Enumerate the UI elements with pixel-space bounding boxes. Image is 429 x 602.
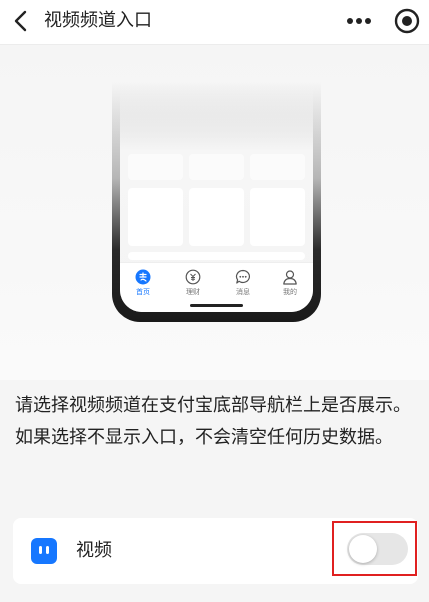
video-setting-row: 视频 [13,518,418,584]
alipay-home-icon [135,269,151,285]
phone-tab-messages: 消息 [224,269,262,297]
target-circle-icon [394,8,420,34]
video-app-icon [31,538,57,564]
page-title: 视频频道入口 [44,10,152,31]
back-button[interactable] [6,5,38,37]
phone-illustration: 首页 理财 消息 我的 [112,82,321,322]
grid-tile [189,154,244,180]
description-text: 请选择视频频道在支付宝底部导航栏上是否展示。如果选择不显示入口，不会清空任何历史… [15,395,411,448]
video-toggle-switch[interactable] [347,533,408,565]
user-icon [283,270,297,285]
phone-tab-label: 我的 [283,288,297,296]
wealth-icon [185,269,201,285]
phone-tab-mine: 我的 [271,269,309,297]
home-indicator [190,304,243,307]
grid-tile [250,154,305,180]
grid-tile [128,188,183,246]
phone-tab-label: 消息 [236,288,250,296]
more-button[interactable] [342,9,376,33]
grid-tile [250,188,305,246]
grid-tile [128,154,183,180]
more-dots-icon [347,18,371,24]
toggle-knob [349,535,377,563]
close-miniapp-button[interactable] [393,7,421,35]
setting-label: 视频 [76,540,112,561]
grid-tile [128,252,305,260]
phone-tab-home: 首页 [124,269,162,297]
chevron-left-icon [14,10,27,32]
chat-icon [235,269,250,284]
top-nav-bar: 视频频道入口 [0,0,429,45]
phone-tab-label: 理财 [186,288,200,296]
phone-tab-wealth: 理财 [174,269,212,297]
phone-tab-label: 首页 [136,288,150,296]
grid-tile [189,188,244,246]
phone-screen: 首页 理财 消息 我的 [120,82,313,312]
